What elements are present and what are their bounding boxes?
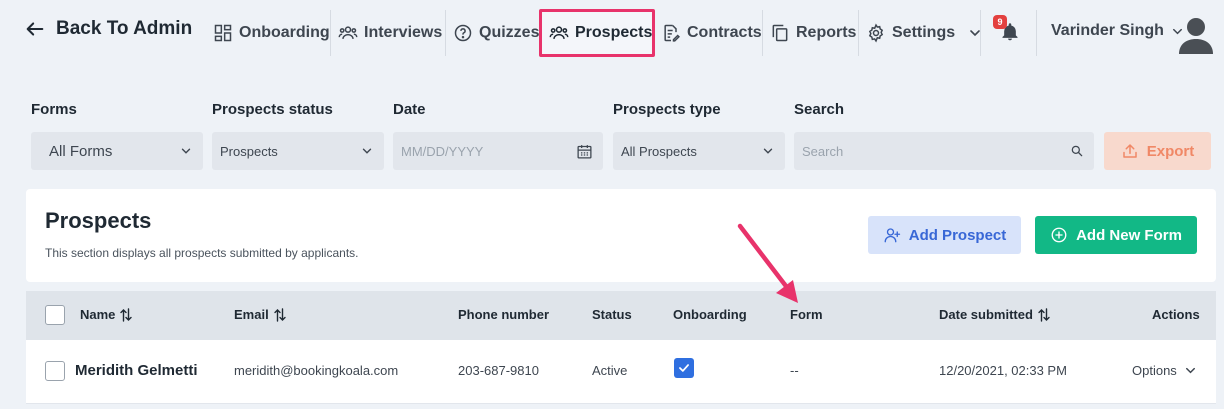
add-new-form-button[interactable]: Add New Form: [1035, 216, 1197, 254]
gear-icon: [868, 23, 884, 43]
column-name[interactable]: Name: [80, 307, 133, 322]
arrow-left-icon: [26, 22, 44, 36]
type-filter-select[interactable]: All Prospects: [613, 132, 785, 170]
status-filter-select[interactable]: Prospects: [212, 132, 384, 170]
status-filter-label: Prospects status: [212, 101, 333, 118]
avatar[interactable]: [1178, 14, 1214, 54]
nav-divider: [1036, 10, 1037, 56]
sort-icon[interactable]: [273, 307, 286, 322]
search-icon: [1071, 145, 1083, 157]
date-filter-label: Date: [393, 101, 426, 118]
prospect-name[interactable]: Meridith Gelmetti: [75, 362, 198, 379]
nav-reports[interactable]: Reports: [770, 20, 856, 46]
nav-divider: [980, 10, 981, 56]
question-circle-icon: [454, 24, 472, 42]
chevron-down-icon: [362, 148, 372, 154]
chevron-down-icon: [763, 148, 773, 154]
prospect-date-submitted: 12/20/2021, 02:33 PM: [939, 363, 1067, 378]
column-onboarding: Onboarding: [673, 307, 747, 322]
prospect-form: --: [790, 363, 799, 378]
nav-divider: [762, 10, 763, 56]
add-new-form-label: Add New Form: [1076, 226, 1182, 244]
nav-quizzes[interactable]: Quizzes: [453, 20, 539, 46]
add-user-icon: [884, 228, 900, 243]
date-filter-placeholder: MM/DD/YYYY: [401, 143, 484, 159]
chevron-down-icon: [181, 148, 191, 154]
forms-filter-select[interactable]: All Forms: [31, 132, 203, 170]
column-date-label: Date submitted: [939, 307, 1033, 322]
people-icon: [549, 26, 569, 39]
chevron-down-icon: [1185, 367, 1195, 374]
nav-onboarding-label: Onboarding: [239, 24, 330, 41]
grid-icon: [214, 24, 232, 42]
nav-contracts-label: Contracts: [687, 24, 762, 41]
add-prospect-label: Add Prospect: [908, 226, 1007, 244]
upload-icon: [1122, 144, 1137, 158]
back-to-admin-label: Back To Admin: [56, 18, 193, 39]
search-label: Search: [794, 101, 845, 118]
sort-icon[interactable]: [120, 307, 133, 322]
status-filter-value: Prospects: [220, 143, 278, 159]
column-email[interactable]: Email: [234, 307, 286, 322]
nav-divider: [858, 10, 859, 56]
search-placeholder: Search: [802, 143, 844, 159]
nav-interviews-label: Interviews: [364, 24, 443, 41]
date-filter-input[interactable]: MM/DD/YYYY: [393, 132, 603, 170]
select-all-checkbox[interactable]: [45, 305, 65, 325]
column-phone: Phone number: [458, 307, 550, 322]
top-navigation: Back To Admin Onboarding Interviews Quiz…: [0, 0, 1224, 66]
nav-reports-label: Reports: [796, 24, 857, 41]
forms-filter-label: Forms: [31, 101, 77, 118]
nav-prospects-label: Prospects: [575, 24, 653, 41]
user-menu[interactable]: Varinder Singh: [1051, 22, 1185, 40]
options-label: Options: [1132, 363, 1177, 378]
export-label: Export: [1146, 142, 1195, 160]
row-checkbox[interactable]: [45, 361, 65, 381]
table-row: Meridith Gelmetti meridith@bookingkoala.…: [26, 340, 1216, 404]
nav-settings-label: Settings: [892, 24, 956, 41]
forms-filter-value: All Forms: [49, 142, 113, 160]
sort-icon[interactable]: [1038, 307, 1050, 322]
copy-icon: [772, 24, 788, 42]
column-name-label: Name: [80, 307, 116, 322]
page-title: Prospects: [45, 208, 152, 233]
page-subtitle: This section displays all prospects subm…: [45, 246, 359, 260]
nav-onboarding[interactable]: Onboarding: [213, 20, 330, 46]
nav-divider: [445, 10, 446, 56]
options-dropdown[interactable]: Options: [1132, 363, 1198, 378]
table-header: Name Email Phone number Status Onboardin…: [26, 291, 1216, 340]
column-actions: Actions: [1152, 307, 1200, 322]
people-icon: [338, 26, 358, 39]
column-form: Form: [790, 307, 823, 322]
nav-settings[interactable]: Settings: [866, 20, 983, 46]
column-date-submitted[interactable]: Date submitted: [939, 307, 1050, 322]
plus-circle-icon: [1051, 227, 1067, 243]
nav-prospects[interactable]: Prospects: [549, 20, 652, 46]
nav-quizzes-label: Quizzes: [479, 24, 540, 41]
prospect-status: Active: [592, 363, 628, 378]
back-to-admin-link[interactable]: Back To Admin: [24, 18, 192, 40]
onboarding-checkbox[interactable]: [674, 358, 694, 378]
prospects-header-card: Prospects This section displays all pros…: [26, 189, 1216, 282]
calendar-icon[interactable]: [576, 143, 593, 160]
user-name: Varinder Singh: [1051, 22, 1164, 39]
prospect-phone: 203-687-9810: [458, 363, 539, 378]
nav-contracts[interactable]: Contracts: [661, 20, 762, 46]
nav-interviews[interactable]: Interviews: [338, 20, 442, 46]
document-edit-icon: [664, 24, 680, 42]
prospect-email: meridith@bookingkoala.com: [234, 363, 399, 378]
add-prospect-button[interactable]: Add Prospect: [868, 216, 1021, 254]
type-filter-value: All Prospects: [621, 143, 697, 159]
search-input[interactable]: Search: [794, 132, 1094, 170]
column-status: Status: [592, 307, 632, 322]
nav-divider: [330, 10, 331, 56]
check-icon: [679, 364, 689, 372]
type-filter-label: Prospects type: [613, 101, 721, 118]
column-email-label: Email: [234, 307, 269, 322]
export-button[interactable]: Export: [1104, 132, 1211, 170]
notification-badge: 9: [993, 15, 1007, 29]
